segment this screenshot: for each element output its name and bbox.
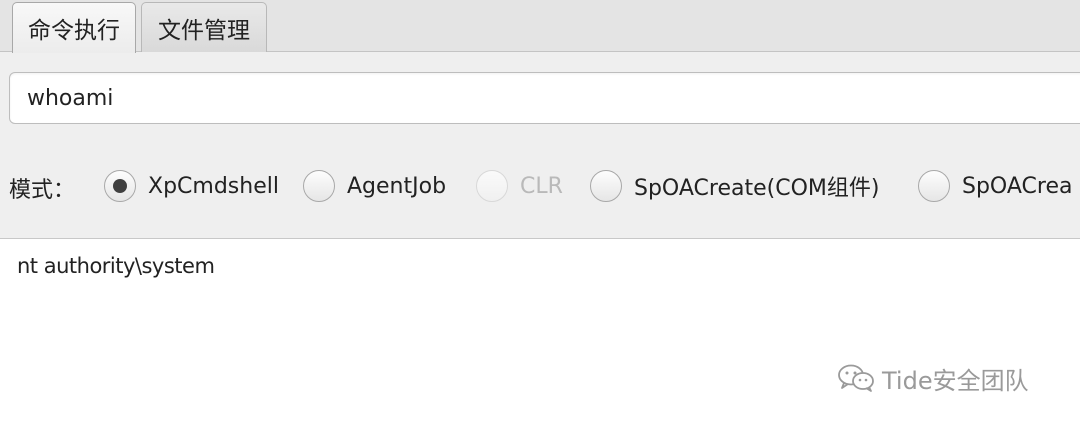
radio-label: SpOACrea <box>962 173 1073 199</box>
tab-bar: 命令执行 文件管理 <box>0 0 1080 53</box>
radio-clr: CLR <box>476 168 563 204</box>
command-input[interactable] <box>9 72 1080 124</box>
watermark: Tide安全团队 <box>836 360 1029 396</box>
tab-label: 文件管理 <box>158 17 250 44</box>
app-window: 命令执行 文件管理 模式： XpCmdshell AgentJob CLR <box>0 0 1080 425</box>
radio-agentjob[interactable]: AgentJob <box>303 168 446 204</box>
tab-label: 命令执行 <box>28 18 120 44</box>
radio-unselected-icon <box>590 170 622 202</box>
mode-selector: 模式： XpCmdshell AgentJob CLR SpOACreate(C… <box>0 164 1080 208</box>
tab-command-execution[interactable]: 命令执行 <box>12 2 136 53</box>
command-panel: 模式： XpCmdshell AgentJob CLR SpOACreate(C… <box>0 52 1080 239</box>
radio-spoacreate-com[interactable]: SpOACreate(COM组件) <box>590 168 879 204</box>
mode-label: 模式： <box>9 178 76 203</box>
radio-label: SpOACreate(COM组件) <box>634 176 880 201</box>
watermark-text: Tide安全团队 <box>882 366 1029 395</box>
radio-unselected-icon <box>303 170 335 202</box>
radio-xpcmdshell[interactable]: XpCmdshell <box>104 168 279 204</box>
radio-unselected-icon <box>918 170 950 202</box>
radio-disabled-icon <box>476 170 508 202</box>
command-output: nt authority\system <box>17 254 215 278</box>
radio-label: AgentJob <box>347 173 447 199</box>
tab-file-management[interactable]: 文件管理 <box>141 2 267 52</box>
radio-spoacreate-2[interactable]: SpOACrea <box>918 168 1072 204</box>
radio-label: XpCmdshell <box>148 173 279 199</box>
radio-label: CLR <box>520 173 563 199</box>
radio-selected-icon <box>104 170 136 202</box>
wechat-icon <box>838 364 874 392</box>
